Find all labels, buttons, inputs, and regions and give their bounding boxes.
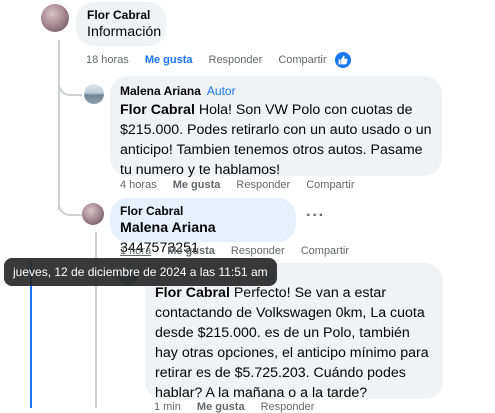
like-button[interactable]: Me gusta	[145, 54, 193, 66]
timestamp-tooltip: jueves, 12 de diciembre de 2024 a las 11…	[4, 258, 277, 286]
like-button[interactable]: Me gusta	[173, 179, 221, 191]
reply-time[interactable]: 4 horas	[120, 179, 157, 191]
reply-text: Flor Cabral Hola! Son VW Polo con cuotas…	[120, 100, 432, 180]
comment-actions: 18 horas Me gusta Responder Compartir	[86, 54, 343, 66]
thumbs-up-icon[interactable]	[335, 52, 351, 68]
thread-line-main	[58, 40, 60, 210]
reply-button[interactable]: Responder	[209, 54, 263, 66]
comment-author[interactable]: Flor Cabral	[87, 8, 155, 22]
reply-actions: 1 min Me gusta Responder	[154, 401, 330, 413]
author-badge: Autor	[206, 84, 236, 98]
mention-link[interactable]: Flor Cabral	[155, 285, 230, 301]
reply-text: Flor Cabral Perfecto! Se van a estar con…	[155, 283, 433, 403]
share-button[interactable]: Compartir	[278, 54, 326, 66]
reply-time[interactable]: 1 min	[154, 401, 181, 413]
reply-author[interactable]: Flor Cabral	[120, 204, 286, 218]
mention-link[interactable]: Flor Cabral	[120, 102, 195, 118]
reply-actions: 4 horas Me gusta Responder Compartir	[120, 179, 371, 191]
comment-bubble: Flor Cabral Información	[76, 2, 166, 46]
like-button[interactable]: Me gusta	[167, 245, 215, 257]
avatar-flor-cabral[interactable]	[82, 203, 104, 225]
reply-bubble: Flor Cabral Malena Ariana 3447573251	[110, 198, 296, 256]
share-button[interactable]: Compartir	[306, 179, 354, 191]
reply-button[interactable]: Responder	[236, 179, 290, 191]
reply-header: Malena Ariana Autor	[120, 82, 432, 100]
avatar-flor-cabral[interactable]	[41, 4, 69, 32]
thread-connector-reply1	[58, 70, 82, 96]
like-button[interactable]: Me gusta	[197, 401, 245, 413]
more-options-icon[interactable]: ···	[306, 207, 325, 225]
reply-author[interactable]: Malena Ariana	[120, 84, 201, 98]
reply-body: Perfecto! Se van a estar contactando de …	[155, 285, 429, 401]
comment-text: Información	[87, 24, 162, 40]
reply-button[interactable]: Responder	[261, 401, 315, 413]
thread-connector-reply2	[58, 190, 82, 216]
avatar-malena-ariana[interactable]	[84, 84, 104, 104]
reply-button[interactable]: Responder	[231, 245, 285, 257]
reply-actions: 1 hora Me gusta Responder Compartir	[120, 245, 365, 257]
reply-bubble: Malena Ariana Autor Flor Cabral Hola! Son…	[110, 76, 442, 178]
reply-time[interactable]: 1 hora	[120, 245, 151, 257]
comment-time[interactable]: 18 horas	[86, 54, 129, 66]
share-button[interactable]: Compartir	[301, 245, 349, 257]
mention-link[interactable]: Malena Ariana	[120, 220, 216, 236]
